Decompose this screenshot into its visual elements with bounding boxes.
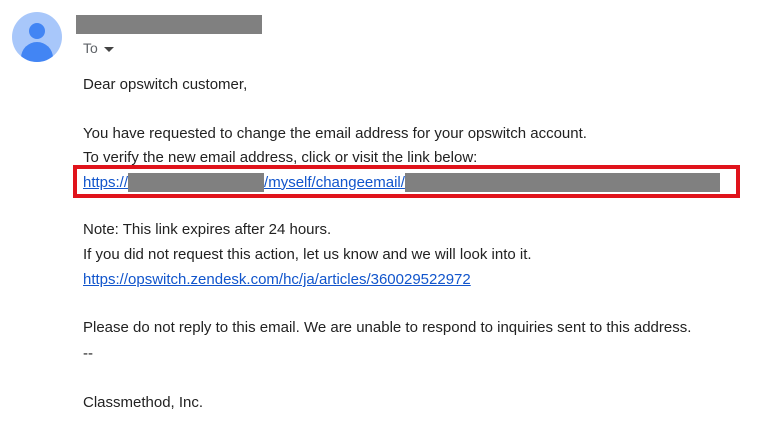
company-name: Classmethod, Inc. [83, 394, 204, 411]
avatar-head [29, 23, 45, 39]
caret-down-icon[interactable] [103, 46, 114, 52]
help-article-link[interactable]: https://opswitch.zendesk.com/hc/ja/artic… [83, 271, 471, 288]
note-line: Note: This link expires after 24 hours. [83, 221, 332, 238]
to-label: To [83, 40, 98, 56]
noreply-line: Please do not reply to this email. We ar… [83, 319, 692, 336]
greeting: Dear opswitch customer, [83, 76, 248, 93]
sender-name-redacted [76, 15, 262, 34]
recipients-toggle[interactable]: To [83, 40, 114, 56]
sender-avatar-icon[interactable] [12, 12, 62, 62]
verify-link-highlight [73, 165, 740, 198]
body-line-2: To verify the new email address, click o… [83, 149, 478, 166]
request-line: If you did not request this action, let … [83, 246, 532, 263]
signature-separator: -- [83, 345, 93, 362]
avatar-body [21, 42, 53, 62]
body-line-1: You have requested to change the email a… [83, 125, 587, 142]
